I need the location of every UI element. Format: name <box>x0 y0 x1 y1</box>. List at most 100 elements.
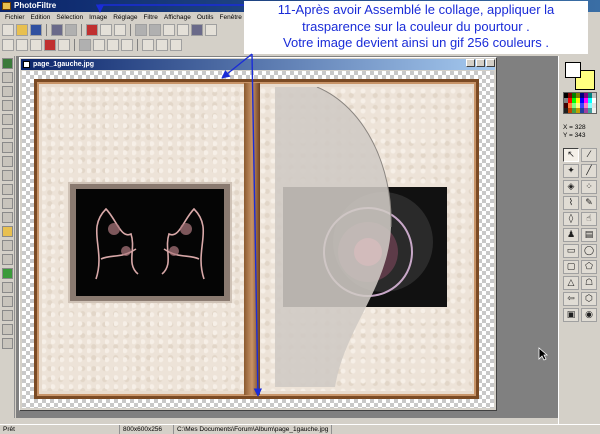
image-size-icon[interactable] <box>163 24 175 36</box>
spray-icon[interactable]: ⁘ <box>581 180 597 194</box>
sharpen-icon[interactable] <box>121 39 133 51</box>
mouse-pointer-icon <box>538 347 548 361</box>
selection-ellipse-icon[interactable]: ◉ <box>581 308 597 322</box>
right-tool-palette: X = 328 Y = 343 ↖ ⁄ ✦ ╱ ◈ ⁘ ⌇ ✎ ◊ ☝ ♟ ▤ … <box>558 56 600 424</box>
drawing-tools: ↖ ⁄ ✦ ╱ ◈ ⁘ ⌇ ✎ ◊ ☝ ♟ ▤ ▭ ◯ ▢ ⬠ △ ☖ ⇦ ⬡ … <box>563 148 599 322</box>
menu-fenetre[interactable]: Fenêtre <box>217 14 245 21</box>
menu-image[interactable]: Image <box>86 14 110 21</box>
transparency-icon[interactable] <box>205 24 217 36</box>
color-selector[interactable] <box>563 60 597 92</box>
stamp-icon[interactable]: ♟ <box>563 228 579 242</box>
filter-slot-icon[interactable] <box>2 86 13 97</box>
triangle-icon[interactable]: △ <box>563 276 579 290</box>
undo-icon[interactable] <box>86 24 98 36</box>
menu-fichier[interactable]: Fichier <box>2 14 28 21</box>
saturation-icon[interactable] <box>30 39 42 51</box>
filter-slot-icon[interactable] <box>2 296 13 307</box>
rounded-rect-icon[interactable]: ▢ <box>563 260 579 274</box>
eyedropper-icon[interactable]: ⁄ <box>581 148 597 162</box>
sepia-icon[interactable] <box>93 39 105 51</box>
brightness-icon[interactable] <box>2 39 14 51</box>
filter-slot-icon[interactable] <box>2 268 13 279</box>
gradient-icon[interactable]: ▤ <box>581 228 597 242</box>
menu-filtre[interactable]: Filtre <box>140 14 160 21</box>
select-arrow-icon[interactable]: ↖ <box>563 148 579 162</box>
left-photo-frame <box>68 182 232 303</box>
rectangle-icon[interactable]: ▭ <box>563 244 579 258</box>
filter-slot-icon[interactable] <box>2 58 13 69</box>
blur-icon[interactable] <box>107 39 119 51</box>
open-file-icon[interactable] <box>16 24 28 36</box>
book-image <box>34 79 479 399</box>
flip-vertical-icon[interactable] <box>156 39 168 51</box>
pencil-icon[interactable]: ✎ <box>581 196 597 210</box>
annotation-line-2: trasparence sur la couleur du pourtour . <box>302 18 530 34</box>
filter-slot-icon[interactable] <box>2 338 13 349</box>
redo-icon[interactable] <box>100 24 112 36</box>
maximize-button[interactable] <box>476 59 485 67</box>
minimize-button[interactable] <box>466 59 475 67</box>
menu-outils[interactable]: Outils <box>194 14 217 21</box>
custom-shape-icon[interactable]: ⬡ <box>581 292 597 306</box>
contrast-icon[interactable] <box>16 39 28 51</box>
scan-icon[interactable] <box>65 24 77 36</box>
magic-wand-icon[interactable]: ✦ <box>563 164 579 178</box>
filter-slot-icon[interactable] <box>2 240 13 251</box>
brush-icon[interactable]: ⌇ <box>563 196 579 210</box>
document-icon <box>23 61 30 68</box>
grayscale-icon[interactable] <box>79 39 91 51</box>
arrow-tool-icon[interactable]: ⇦ <box>563 292 579 306</box>
app-icon <box>2 2 11 10</box>
lasso-icon[interactable]: ☖ <box>581 276 597 290</box>
filter-slot-icon[interactable] <box>2 226 13 237</box>
gamma-icon[interactable] <box>58 39 70 51</box>
color-palette[interactable] <box>563 92 597 114</box>
toolbar-separator <box>137 39 138 51</box>
finger-icon[interactable]: ☝ <box>581 212 597 226</box>
new-file-icon[interactable] <box>2 24 14 36</box>
blur-drop-icon[interactable]: ◊ <box>563 212 579 226</box>
filter-slot-icon[interactable] <box>2 142 13 153</box>
line-icon[interactable]: ╱ <box>581 164 597 178</box>
flip-horizontal-icon[interactable] <box>142 39 154 51</box>
cut-icon[interactable] <box>114 24 126 36</box>
close-button[interactable] <box>486 59 495 67</box>
canvas-size-icon[interactable] <box>177 24 189 36</box>
polygon-icon[interactable]: ⬠ <box>581 260 597 274</box>
copy-icon[interactable] <box>135 24 147 36</box>
coord-x: X = 328 <box>563 124 586 131</box>
paint-bucket-icon[interactable]: ◈ <box>563 180 579 194</box>
menu-reglage[interactable]: Réglage <box>110 14 140 21</box>
print-icon[interactable] <box>51 24 63 36</box>
filter-slot-icon[interactable] <box>2 114 13 125</box>
filter-slot-icon[interactable] <box>2 170 13 181</box>
filter-slot-icon[interactable] <box>2 184 13 195</box>
page-curl <box>275 87 392 387</box>
filter-slot-icon[interactable] <box>2 254 13 265</box>
menu-selection[interactable]: Sélection <box>53 14 86 21</box>
filter-slot-icon[interactable] <box>2 100 13 111</box>
left-tool-palette <box>0 56 15 418</box>
filter-slot-icon[interactable] <box>2 72 13 83</box>
filter-slot-icon[interactable] <box>2 212 13 223</box>
filter-slot-icon[interactable] <box>2 324 13 335</box>
document-title: page_1gauche.jpg <box>33 61 95 68</box>
filter-slot-icon[interactable] <box>2 310 13 321</box>
status-file-path: C:\Mes Documents\Forum\Album\page_1gauch… <box>174 425 333 434</box>
color-icon[interactable] <box>191 24 203 36</box>
selection-rect-icon[interactable]: ▣ <box>563 308 579 322</box>
filter-slot-icon[interactable] <box>2 198 13 209</box>
red-icon[interactable] <box>44 39 56 51</box>
paste-icon[interactable] <box>149 24 161 36</box>
rotate-icon[interactable] <box>170 39 182 51</box>
document-titlebar[interactable]: page_1gauche.jpg <box>21 59 495 70</box>
filter-slot-icon[interactable] <box>2 128 13 139</box>
filter-slot-icon[interactable] <box>2 156 13 167</box>
foreground-color-swatch[interactable] <box>565 62 581 78</box>
ellipse-icon[interactable]: ◯ <box>581 244 597 258</box>
image-canvas[interactable] <box>22 71 494 408</box>
menu-affichage[interactable]: Affichage <box>161 14 194 21</box>
filter-slot-icon[interactable] <box>2 282 13 293</box>
menu-edition[interactable]: Edition <box>28 14 54 21</box>
save-icon[interactable] <box>30 24 42 36</box>
